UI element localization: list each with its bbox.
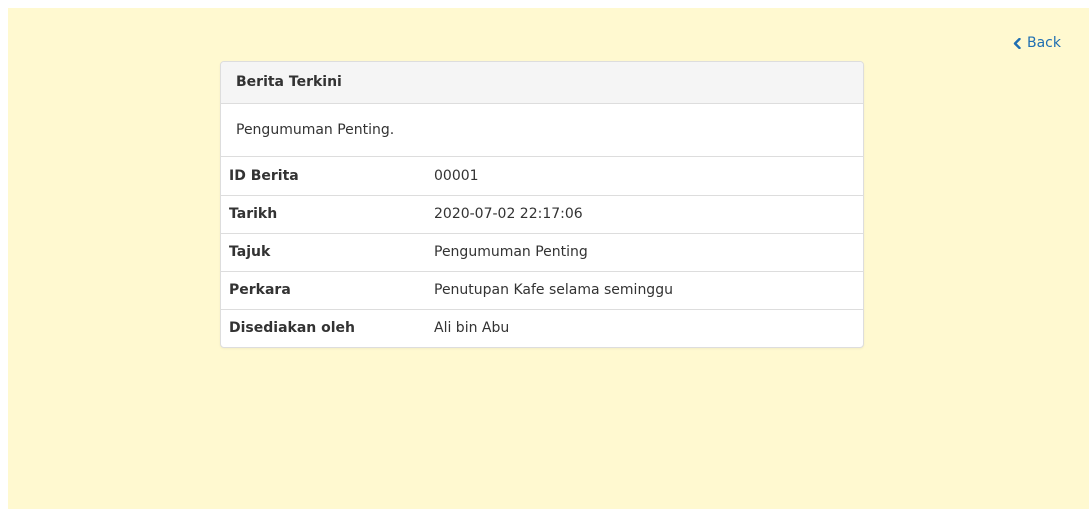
table-row: ID Berita 00001 xyxy=(221,157,863,195)
row-value-tarikh: 2020-07-02 22:17:06 xyxy=(426,194,863,233)
page-background: Back Berita Terkini Pengumuman Penting. … xyxy=(8,8,1089,509)
panel-body-text: Pengumuman Penting. xyxy=(221,104,863,157)
panel-heading: Berita Terkini xyxy=(221,62,863,104)
chevron-left-icon xyxy=(1013,37,1021,49)
table-row: Perkara Penutupan Kafe selama seminggu xyxy=(221,270,863,309)
row-label-disediakan-oleh: Disediakan oleh xyxy=(221,308,426,347)
news-panel: Berita Terkini Pengumuman Penting. ID Be… xyxy=(220,61,864,348)
row-value-id-berita: 00001 xyxy=(434,167,479,184)
details-table: ID Berita 00001 Tarikh 2020-07-02 22:17:… xyxy=(221,157,863,347)
table-row: Disediakan oleh Ali bin Abu xyxy=(221,308,863,347)
table-row: Tarikh 2020-07-02 22:17:06 xyxy=(221,194,863,233)
row-value-perkara: Penutupan Kafe selama seminggu xyxy=(426,270,863,309)
back-link[interactable]: Back xyxy=(1013,35,1061,51)
back-link-label: Back xyxy=(1027,35,1061,51)
row-label-perkara: Perkara xyxy=(221,270,426,309)
row-label-tarikh: Tarikh xyxy=(221,194,426,233)
row-value-tajuk: Pengumuman Penting xyxy=(426,232,863,271)
row-label-tajuk: Tajuk xyxy=(221,232,426,271)
row-value-disediakan-oleh: Ali bin Abu xyxy=(426,308,863,347)
table-row: Tajuk Pengumuman Penting xyxy=(221,232,863,271)
row-label-id-berita: ID Berita xyxy=(229,167,299,184)
